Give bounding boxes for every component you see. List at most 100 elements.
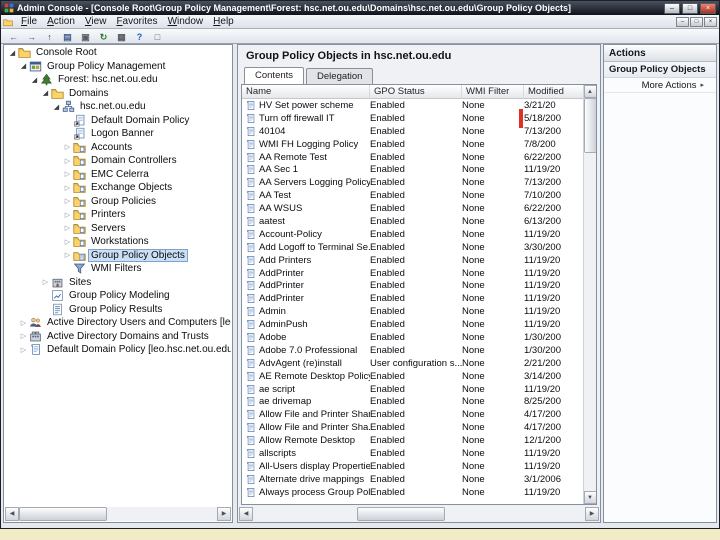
scroll-down-button[interactable]: ▼	[583, 491, 596, 504]
expander-icon[interactable]	[19, 319, 28, 327]
tree-item-ad-domains-and-trusts[interactable]: Active Directory Domains and Trusts	[5, 330, 231, 344]
tree-item-default-domain-policy[interactable]: Default Domain Policy	[5, 114, 231, 128]
Always process Group Pol...[interactable]: Always process Group Pol... Enabled None…	[242, 486, 583, 499]
Allow Remote Desktop[interactable]: Allow Remote Desktop Enabled None 12/1/2…	[242, 434, 583, 447]
scrollbar-thumb[interactable]	[19, 507, 107, 521]
tree-item-sites[interactable]: Sites	[5, 276, 231, 290]
expander-icon[interactable]	[63, 224, 72, 232]
Account-Policy[interactable]: Account-Policy Enabled None 11/19/20	[242, 228, 583, 241]
tree-item-domain-hsc[interactable]: hsc.net.ou.edu	[5, 100, 231, 114]
Adobe 7.0 Professional[interactable]: Adobe 7.0 Professional Enabled None 1/30…	[242, 344, 583, 357]
tree-item-accounts[interactable]: Accounts	[5, 141, 231, 155]
properties-button[interactable]: ▣	[77, 30, 94, 43]
Alternate drive mappings[interactable]: Alternate drive mappings Enabled None 3/…	[242, 473, 583, 486]
expander-icon[interactable]	[30, 76, 39, 84]
expander-icon[interactable]	[19, 332, 28, 340]
menu-view[interactable]: View	[80, 16, 112, 27]
AdvAgent (re)install[interactable]: AdvAgent (re)install User configuration …	[242, 357, 583, 370]
AE Remote Desktop Policy[interactable]: AE Remote Desktop Policy Enabled None 3/…	[242, 370, 583, 383]
close-button[interactable]: ×	[700, 2, 716, 14]
tree-item-exchange-objects[interactable]: Exchange Objects	[5, 181, 231, 195]
tree-item-servers[interactable]: Servers	[5, 222, 231, 236]
help-button[interactable]: ?	[131, 30, 148, 43]
scroll-right-button[interactable]: ▶	[585, 507, 599, 521]
child-restore-button[interactable]: □	[690, 16, 703, 27]
expander-icon[interactable]	[63, 251, 72, 259]
AddPrinter[interactable]: AddPrinter Enabled None 11/19/20	[242, 279, 583, 292]
tree-item-domains[interactable]: Domains	[5, 87, 231, 101]
Allow File and Printer Shar...[interactable]: Allow File and Printer Shar... Enabled N…	[242, 408, 583, 421]
tab-contents[interactable]: Contents	[244, 67, 305, 84]
column-header[interactable]: Modified	[524, 85, 583, 99]
tree-item-printers[interactable]: Printers	[5, 208, 231, 222]
aatest[interactable]: aatest Enabled None 6/13/200	[242, 215, 583, 228]
new-window-button[interactable]: □	[149, 30, 166, 43]
ae script[interactable]: ae script Enabled None 11/19/20	[242, 383, 583, 396]
expander-icon[interactable]	[63, 143, 72, 151]
tree-item-domain-controllers[interactable]: Domain Controllers	[5, 154, 231, 168]
tree-item-logon-banner[interactable]: Logon Banner	[5, 127, 231, 141]
tree-item-wmi-filters[interactable]: WMI Filters	[5, 262, 231, 276]
Add Logoff to Terminal Se...[interactable]: Add Logoff to Terminal Se... Enabled Non…	[242, 241, 583, 254]
scroll-right-button[interactable]: ▶	[217, 507, 231, 521]
Adobe[interactable]: Adobe Enabled None 1/30/200	[242, 331, 583, 344]
tree-item-group-policy-objects[interactable]: Group Policy Objects	[5, 248, 231, 263]
AddPrinter[interactable]: AddPrinter Enabled None 11/19/20	[242, 292, 583, 305]
expander-icon[interactable]	[52, 103, 61, 111]
AA Sec 1[interactable]: AA Sec 1 Enabled None 11/19/20	[242, 163, 583, 176]
expander-icon[interactable]	[63, 170, 72, 178]
export-list-button[interactable]: ▦	[113, 30, 130, 43]
menu-window[interactable]: Window	[163, 16, 209, 27]
scroll-left-button[interactable]: ◀	[239, 507, 253, 521]
40104[interactable]: 40104 Enabled None 7/13/200	[242, 125, 583, 138]
tree-item-group-policy-management[interactable]: Group Policy Management	[5, 60, 231, 74]
ae drivemap[interactable]: ae drivemap Enabled None 8/25/200	[242, 395, 583, 408]
tree-item-workstations[interactable]: Workstations	[5, 235, 231, 249]
child-close-button[interactable]: ×	[704, 16, 717, 27]
AA WSUS[interactable]: AA WSUS Enabled None 6/22/200	[242, 202, 583, 215]
column-header[interactable]: GPO Status	[370, 85, 462, 99]
menu-action[interactable]: Action	[42, 16, 80, 27]
expander-icon[interactable]	[19, 62, 28, 70]
more-actions-button[interactable]: More Actions ▸	[604, 78, 716, 93]
tree-horizontal-scrollbar[interactable]: ◀ ▶	[5, 507, 231, 521]
tree-item-default-domain-policy-editor[interactable]: Default Domain Policy [leo.hsc.net.ou.ed…	[5, 343, 231, 357]
expander-icon[interactable]	[63, 211, 72, 219]
AA Test[interactable]: AA Test Enabled None 7/10/200	[242, 189, 583, 202]
Add Printers[interactable]: Add Printers Enabled None 11/19/20	[242, 254, 583, 267]
tree-item-forest[interactable]: Forest: hsc.net.ou.edu	[5, 73, 231, 87]
HV Set power scheme[interactable]: HV Set power scheme Enabled None 3/21/20	[242, 99, 583, 112]
expander-icon[interactable]	[41, 89, 50, 97]
scroll-left-button[interactable]: ◀	[5, 507, 19, 521]
WMI FH Logging Policy[interactable]: WMI FH Logging Policy Enabled None 7/8/2…	[242, 138, 583, 151]
Allow File and Printer Sha...[interactable]: Allow File and Printer Sha... Enabled No…	[242, 421, 583, 434]
expander-icon[interactable]	[19, 346, 28, 354]
show-console-tree-button[interactable]: ▤	[59, 30, 76, 43]
minimize-button[interactable]: –	[664, 2, 680, 14]
up-one-level-button[interactable]: ↑	[41, 30, 58, 43]
tab-delegation[interactable]: Delegation	[306, 68, 374, 84]
expander-icon[interactable]	[63, 238, 72, 246]
table-vertical-scrollbar[interactable]: ▲ ▼	[583, 85, 596, 504]
Turn off firewall IT[interactable]: Turn off firewall IT Enabled None 5/18/2…	[242, 112, 583, 125]
scrollbar-thumb[interactable]	[357, 507, 445, 521]
tree-item-group-policy-results[interactable]: Group Policy Results	[5, 303, 231, 317]
All-Users display Properties[interactable]: All-Users display Properties Enabled Non…	[242, 460, 583, 473]
child-minimize-button[interactable]: –	[676, 16, 689, 27]
refresh-button[interactable]: ↻	[95, 30, 112, 43]
results-horizontal-scrollbar[interactable]: ◀ ▶	[239, 507, 599, 521]
tree-item-group-policies[interactable]: Group Policies	[5, 195, 231, 209]
column-header[interactable]: WMI Filter	[462, 85, 524, 99]
tree-item-console-root[interactable]: Console Root	[5, 46, 231, 60]
expander-icon[interactable]	[63, 157, 72, 165]
expander-icon[interactable]	[8, 49, 17, 57]
scroll-up-button[interactable]: ▲	[583, 85, 596, 98]
expander-icon[interactable]	[63, 184, 72, 192]
expander-icon[interactable]	[41, 278, 50, 286]
forward-button[interactable]: →	[23, 30, 40, 43]
AA Remote Test[interactable]: AA Remote Test Enabled None 6/22/200	[242, 151, 583, 164]
expander-icon[interactable]	[63, 197, 72, 205]
tree-item-ad-users-and-computers[interactable]: Active Directory Users and Computers [le…	[5, 316, 231, 330]
AA Servers Logging Policy[interactable]: AA Servers Logging Policy Enabled None 7…	[242, 176, 583, 189]
tree-item-emc-celerra[interactable]: EMC Celerra	[5, 168, 231, 182]
